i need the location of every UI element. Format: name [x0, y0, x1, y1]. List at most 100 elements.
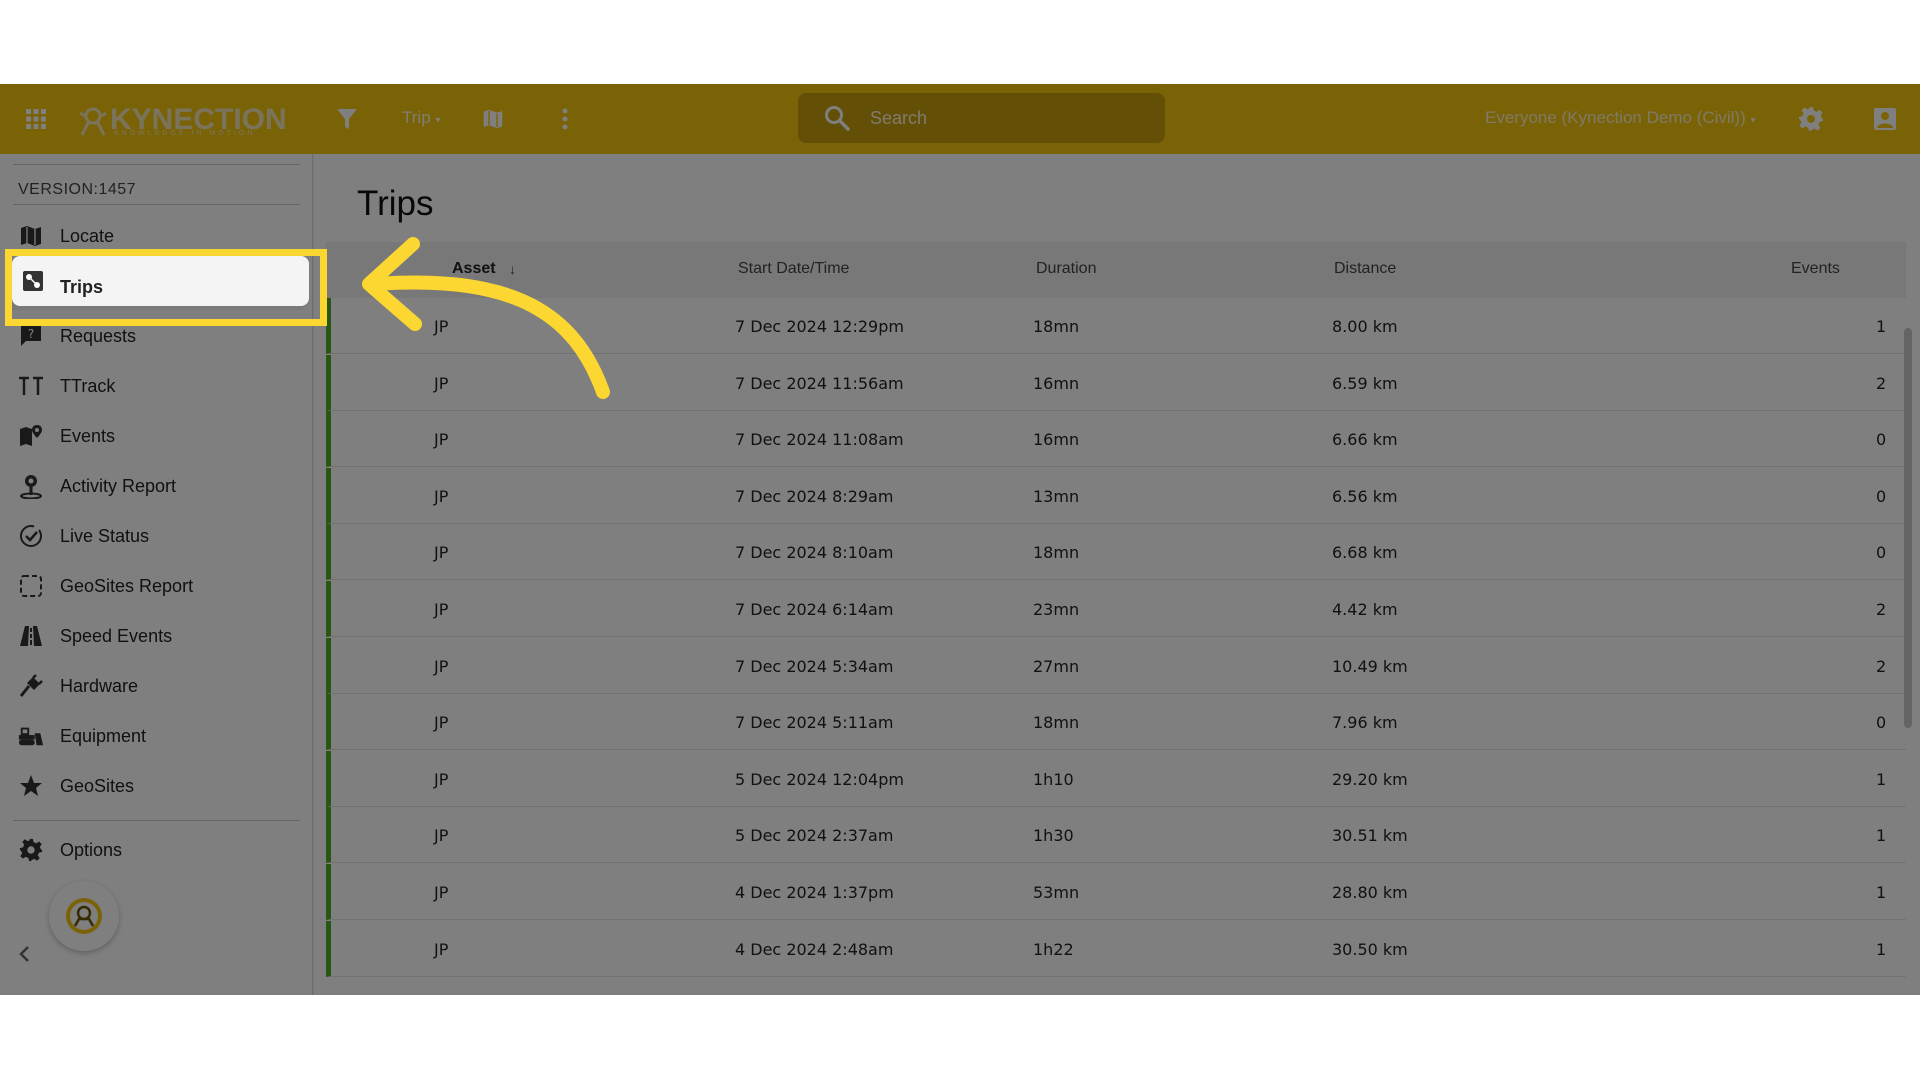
- search-input[interactable]: Search: [798, 93, 1165, 143]
- cell-duration: 18mn: [1033, 317, 1080, 336]
- cell-asset: JP: [434, 826, 449, 846]
- vertical-scrollbar[interactable]: [1904, 328, 1912, 728]
- sidebar-item-options[interactable]: Options: [8, 826, 305, 874]
- person-pin-icon: [18, 474, 44, 499]
- cell-distance: 30.51 km: [1332, 826, 1408, 846]
- sidebar-item-label: TTrack: [60, 376, 116, 396]
- sidebar-item-geosites[interactable]: GeoSites: [8, 762, 305, 810]
- map-icon[interactable]: [476, 102, 510, 136]
- cell-events: 2: [1876, 656, 1887, 676]
- sidebar-item-label: Options: [60, 840, 123, 860]
- more-vert-icon[interactable]: [548, 102, 582, 136]
- cell-start-datetime: 7 Dec 2024 12:29pm: [735, 317, 904, 336]
- cell-events: 2: [1876, 373, 1887, 393]
- cell-asset: JP: [434, 486, 449, 506]
- table-row[interactable]: JP 7 Dec 2024 5:34am 27mn 10.49 km 2: [326, 637, 1906, 694]
- column-header-events[interactable]: Events: [1791, 260, 1840, 278]
- logo-robot-icon: [79, 107, 107, 136]
- cell-duration: 27mn: [1033, 656, 1080, 676]
- apps-grid-icon[interactable]: [19, 102, 53, 136]
- sidebar-item-ttrack[interactable]: TTrack: [8, 362, 305, 410]
- tt-icon: [18, 374, 44, 398]
- pointer-arrow-icon: [362, 237, 610, 399]
- column-header-start[interactable]: Start Date/Time: [738, 260, 849, 278]
- cell-distance: 4.42 km: [1332, 600, 1398, 619]
- table-row[interactable]: JP 5 Dec 2024 12:04pm 1h10 29.20 km 1: [326, 750, 1906, 807]
- cell-duration: 13mn: [1033, 486, 1080, 506]
- app-window: KYNECTION KNOWLEDGE IN MOTION Trip ▾ Sea…: [0, 84, 1920, 995]
- table-row[interactable]: JP 5 Dec 2024 2:37am 1h30 30.51 km 1: [326, 807, 1906, 864]
- table-row[interactable]: JP 7 Dec 2024 5:11am 18mn 7.96 km 0: [326, 694, 1906, 751]
- kynection-logo[interactable]: KYNECTION KNOWLEDGE IN MOTION: [76, 102, 287, 138]
- table-row[interactable]: JP 4 Dec 2024 2:48am 1h22 30.50 km 1: [326, 920, 1906, 977]
- cell-duration: 1h10: [1033, 769, 1074, 789]
- cell-events: 1: [1876, 826, 1887, 846]
- cell-distance: 6.66 km: [1332, 430, 1398, 450]
- sidebar-item-live-status[interactable]: Live Status: [8, 512, 305, 560]
- bulldozer-icon: [18, 724, 44, 748]
- caret-down-icon: ▾: [1750, 115, 1756, 126]
- sidebar-item-hardware[interactable]: Hardware: [8, 662, 305, 710]
- sidebar-item-label: Locate: [60, 226, 115, 246]
- table-row[interactable]: JP 7 Dec 2024 6:14am 23mn 4.42 km 2: [326, 581, 1906, 637]
- sidebar-item-label: Speed Events: [60, 626, 173, 646]
- column-header-distance[interactable]: Distance: [1334, 260, 1396, 278]
- divider: [13, 204, 300, 205]
- cell-start-datetime: 7 Dec 2024 8:10am: [735, 543, 894, 563]
- trip-menu-dropdown[interactable]: Trip ▾: [402, 108, 440, 128]
- road-icon: [18, 624, 44, 648]
- cell-distance: 10.49 km: [1332, 656, 1408, 676]
- cell-events: 1: [1876, 883, 1887, 902]
- cell-events: 0: [1876, 486, 1887, 506]
- cell-start-datetime: 7 Dec 2024 5:34am: [735, 656, 894, 676]
- cell-start-datetime: 7 Dec 2024 5:11am: [735, 713, 894, 733]
- sidebar-item-speed-events[interactable]: Speed Events: [8, 612, 305, 660]
- table-row[interactable]: JP 7 Dec 2024 8:10am 18mn 6.68 km 0: [326, 524, 1906, 581]
- cell-events: 0: [1876, 430, 1887, 450]
- cell-duration: 16mn: [1033, 373, 1080, 393]
- column-header-duration[interactable]: Duration: [1036, 260, 1096, 278]
- cell-distance: 8.00 km: [1332, 317, 1398, 336]
- cell-start-datetime: 5 Dec 2024 12:04pm: [735, 769, 904, 789]
- cell-duration: 23mn: [1033, 600, 1080, 619]
- svg-text:?: ?: [28, 327, 34, 341]
- trip-menu-label: Trip: [402, 108, 431, 127]
- sidebar-item-label: GeoSites: [60, 776, 135, 796]
- cell-asset: JP: [434, 713, 449, 733]
- cell-asset: JP: [434, 600, 449, 619]
- table-row[interactable]: JP 7 Dec 2024 11:08am 16mn 6.66 km 0: [326, 411, 1906, 468]
- cell-asset: JP: [434, 883, 449, 902]
- check-circle-icon: [18, 524, 44, 548]
- cell-start-datetime: 7 Dec 2024 6:14am: [735, 600, 894, 619]
- map-pin-icon: [18, 424, 44, 448]
- logo-tagline: KNOWLEDGE IN MOTION: [114, 130, 256, 137]
- account-icon[interactable]: [1868, 102, 1902, 136]
- sidebar-item-label: Events: [60, 426, 116, 446]
- cell-distance: 28.80 km: [1332, 883, 1408, 902]
- cell-events: 0: [1876, 713, 1887, 733]
- table-row[interactable]: JP 4 Dec 2024 1:37pm 53mn 28.80 km 1: [326, 864, 1906, 920]
- cell-start-datetime: 7 Dec 2024 8:29am: [735, 486, 894, 506]
- sidebar-item-label: Requests: [60, 326, 137, 346]
- cell-asset: JP: [434, 656, 449, 676]
- sidebar-item-label: Activity Report: [60, 476, 177, 496]
- cell-duration: 18mn: [1033, 713, 1080, 733]
- sidebar-item-label: Live Status: [60, 526, 150, 546]
- filter-icon[interactable]: [330, 102, 364, 136]
- sidebar-item-events[interactable]: Events: [8, 412, 305, 460]
- cell-events: 1: [1876, 769, 1887, 789]
- cell-distance: 6.68 km: [1332, 543, 1398, 563]
- collapse-sidebar-icon[interactable]: [12, 942, 36, 966]
- cell-start-datetime: 4 Dec 2024 2:48am: [735, 939, 894, 959]
- gear-icon[interactable]: [1794, 102, 1828, 136]
- page-title: Trips: [357, 184, 434, 223]
- sidebar-item-activity-report[interactable]: Activity Report: [8, 462, 305, 510]
- table-row[interactable]: JP 7 Dec 2024 8:29am 13mn 6.56 km 0: [326, 467, 1906, 524]
- version-label: VERSION:1457: [18, 181, 137, 198]
- cell-duration: 53mn: [1033, 883, 1080, 902]
- avatar-button[interactable]: [49, 881, 119, 951]
- caret-down-icon: ▾: [435, 115, 441, 126]
- scope-selector[interactable]: Everyone (Kynection Demo (Civil)) ▾: [1485, 108, 1756, 128]
- sidebar-item-geosites-report[interactable]: GeoSites Report: [8, 562, 305, 610]
- sidebar-item-equipment[interactable]: Equipment: [8, 712, 305, 760]
